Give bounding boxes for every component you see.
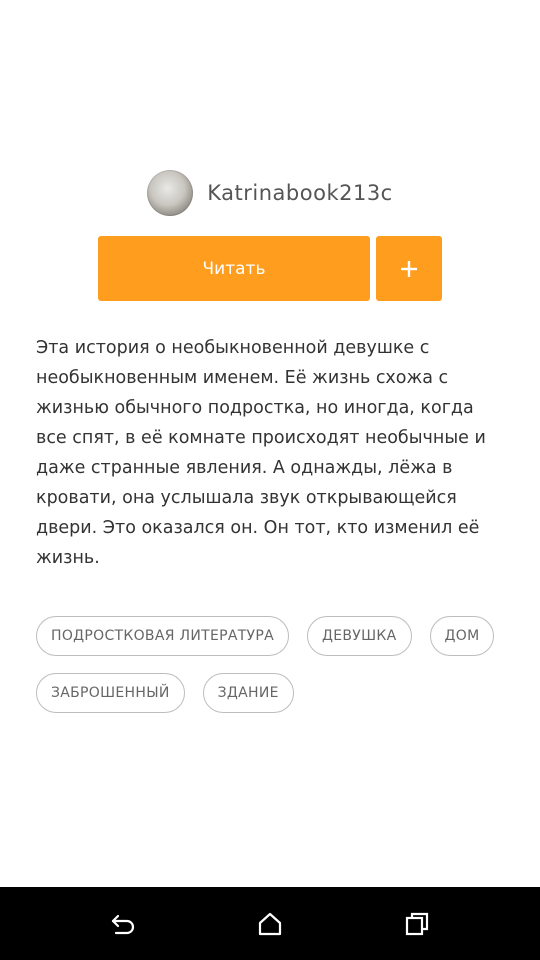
- plus-icon: [401, 260, 417, 277]
- author-row[interactable]: Katrinabook213c: [0, 170, 540, 216]
- tag-girl[interactable]: ДЕВУШКА: [307, 616, 412, 656]
- home-button[interactable]: [250, 904, 290, 944]
- back-button[interactable]: [103, 904, 143, 944]
- system-nav-bar: [0, 887, 540, 960]
- tag-teen-literature[interactable]: ПОДРОСТКОВАЯ ЛИТЕРАТУРА: [36, 616, 290, 656]
- tag-house[interactable]: ДОМ: [429, 616, 495, 656]
- home-icon: [258, 912, 282, 935]
- tag-building[interactable]: ЗДАНИЕ: [202, 673, 294, 713]
- author-name[interactable]: Katrinabook213c: [207, 181, 392, 205]
- author-avatar[interactable]: [147, 170, 194, 216]
- add-to-library-button[interactable]: [376, 236, 442, 301]
- story-description: Эта история о необыкновенной девушке с н…: [36, 338, 486, 568]
- tag-list: ПОДРОСТКОВАЯ ЛИТЕРАТУРА ДЕВУШКА ДОМ ЗАБР…: [36, 616, 506, 713]
- recents-button[interactable]: [397, 904, 437, 944]
- read-button[interactable]: Читать: [98, 236, 370, 301]
- recents-icon: [405, 912, 428, 935]
- tag-abandoned[interactable]: ЗАБРОШЕННЫЙ: [36, 673, 185, 713]
- action-row: Читать: [98, 236, 442, 301]
- back-icon: [112, 914, 135, 934]
